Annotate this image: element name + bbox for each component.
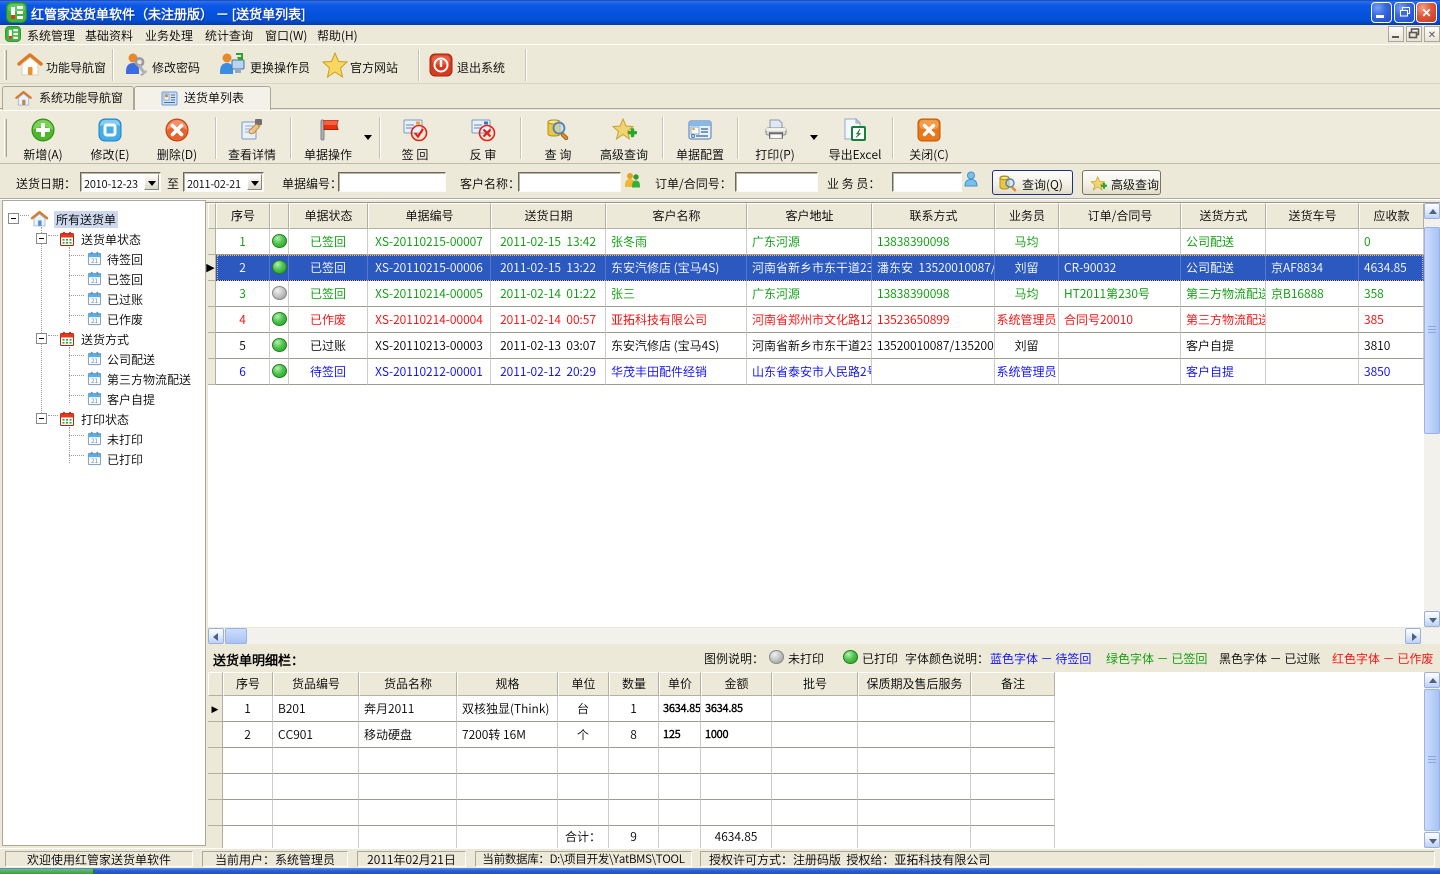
svg-text:21: 21 xyxy=(91,436,98,445)
svg-text:21: 21 xyxy=(91,396,98,405)
svg-text:21: 21 xyxy=(91,456,98,465)
svg-text:21: 21 xyxy=(91,376,98,385)
svg-text:21: 21 xyxy=(91,296,98,305)
svg-text:21: 21 xyxy=(91,356,98,365)
svg-text:21: 21 xyxy=(91,316,98,325)
svg-text:21: 21 xyxy=(91,276,98,285)
svg-text:21: 21 xyxy=(91,256,98,265)
